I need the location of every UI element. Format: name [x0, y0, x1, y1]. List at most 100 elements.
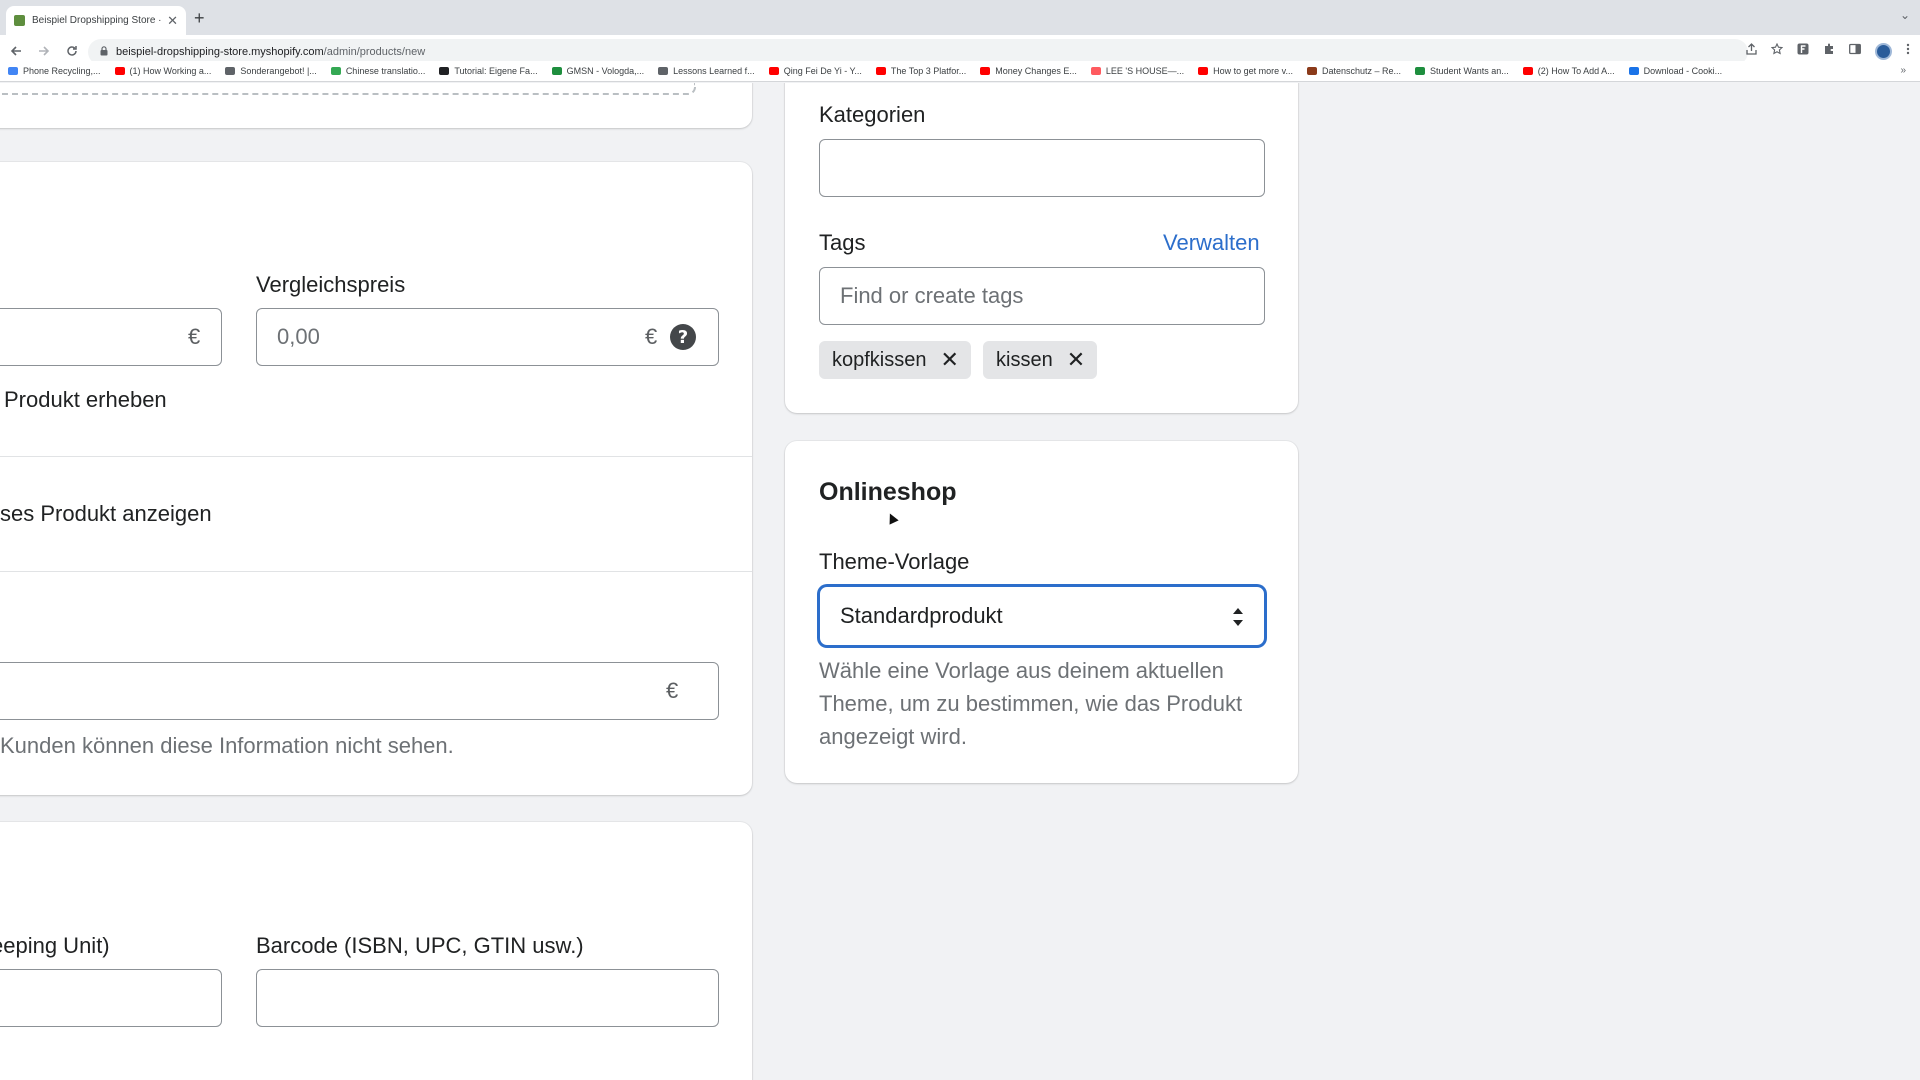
- bookmark-item[interactable]: Sonderangebot! |...: [225, 66, 317, 76]
- pricing-card: € Vergleichspreis 0,00 € ? Produkt erheb…: [0, 162, 752, 795]
- tag-chip: kissen ✕: [983, 341, 1098, 379]
- bookmark-label: Phone Recycling,...: [23, 66, 101, 76]
- cost-per-item-input[interactable]: [0, 662, 719, 720]
- question-circle-icon[interactable]: ?: [670, 324, 696, 350]
- bookmark-item[interactable]: GMSN - Vologda,...: [551, 66, 645, 76]
- bookmark-favicon-icon: [1090, 67, 1101, 75]
- bookmark-label: GMSN - Vologda,...: [566, 66, 645, 76]
- unit-price-label: ses Produkt anzeigen: [0, 501, 212, 526]
- forward-arrow-icon[interactable]: [32, 44, 56, 60]
- bookmark-star-icon[interactable]: [1770, 42, 1784, 60]
- bookmark-item[interactable]: Tutorial: Eigene Fa...: [439, 66, 538, 76]
- bookmark-label: How to get more v...: [1213, 66, 1293, 76]
- bookmark-item[interactable]: Datenschutz – Re...: [1306, 66, 1401, 76]
- remove-tag-icon[interactable]: ✕: [941, 348, 959, 373]
- bookmark-label: Qing Fei De Yi - Y...: [783, 66, 862, 76]
- pricing-divider-2: [0, 571, 752, 572]
- bookmark-favicon-icon: [8, 67, 18, 75]
- toolbar-actions: [1746, 42, 1910, 60]
- bookmark-label: The Top 3 Platfor...: [890, 66, 967, 76]
- pricing-divider-1: [0, 456, 752, 457]
- tab-close-icon[interactable]: ✕: [167, 13, 178, 29]
- cost-help-text: Kunden können diese Information nicht se…: [0, 733, 454, 758]
- side-panel-icon[interactable]: [1849, 43, 1861, 60]
- url-host: beispiel-dropshipping-store.myshopify.co…: [116, 46, 324, 58]
- bookmark-item[interactable]: LEE 'S HOUSE—...: [1090, 66, 1185, 76]
- bookmark-label: Chinese translatio...: [345, 66, 426, 76]
- compare-price-label: Vergleichspreis: [256, 272, 406, 297]
- tag-chip: kopfkissen ✕: [819, 341, 971, 379]
- share-icon[interactable]: [1746, 43, 1757, 60]
- bookmark-item[interactable]: Chinese translatio...: [330, 66, 426, 76]
- bookmark-item[interactable]: Student Wants an...: [1415, 66, 1509, 76]
- bookmark-label: Student Wants an...: [1430, 66, 1509, 76]
- manage-tags-link[interactable]: Verwalten: [1163, 230, 1260, 256]
- bookmarks-bar: Phone Recycling,... (1) How Working a... S…: [0, 61, 1920, 82]
- tags-label: Tags: [819, 230, 866, 255]
- bookmark-item[interactable]: How to get more v...: [1198, 66, 1293, 76]
- sku-input[interactable]: [0, 969, 222, 1027]
- bookmark-label: (2) How To Add A...: [1537, 66, 1615, 76]
- tags-input[interactable]: Find or create tags: [819, 267, 1265, 325]
- bookmark-favicon-icon: [225, 67, 236, 75]
- bookmark-favicon-icon: [330, 67, 341, 75]
- barcode-input[interactable]: [256, 969, 719, 1027]
- compare-price-currency-suffix: €: [645, 324, 658, 349]
- bookmark-favicon-icon: [1628, 67, 1639, 75]
- browser-tab-active[interactable]: Beispiel Dropshipping Store · F ✕: [6, 6, 186, 35]
- categories-input[interactable]: [819, 139, 1265, 197]
- bookmark-favicon-icon: [658, 67, 669, 75]
- price-currency-suffix: €: [188, 324, 201, 349]
- bookmark-favicon-icon: [875, 67, 886, 75]
- bookmark-item[interactable]: Phone Recycling,...: [8, 66, 101, 76]
- shopify-favicon-icon: [14, 15, 25, 26]
- bookmark-item[interactable]: (2) How To Add A...: [1522, 66, 1615, 76]
- new-tab-button[interactable]: +: [194, 6, 205, 30]
- barcode-label: Barcode (ISBN, UPC, GTIN usw.): [256, 933, 584, 958]
- browser-menu-icon[interactable]: [1906, 43, 1910, 60]
- bookmark-favicon-icon: [439, 67, 450, 75]
- browser-tabstrip: Beispiel Dropshipping Store · F ✕ + ⌄: [0, 0, 1920, 35]
- bookmark-favicon-icon: [980, 67, 991, 75]
- back-arrow-icon[interactable]: [4, 44, 28, 60]
- bookmark-favicon-icon: [1306, 67, 1317, 75]
- remove-tag-icon[interactable]: ✕: [1067, 348, 1085, 373]
- bookmark-label: Download - Cooki...: [1643, 66, 1723, 76]
- bookmark-item[interactable]: Lessons Learned f...: [658, 66, 755, 76]
- bookmark-item[interactable]: (1) How Working a...: [114, 66, 211, 76]
- bookmark-label: Money Changes E...: [995, 66, 1077, 76]
- bookmark-item[interactable]: Download - Cooki...: [1628, 66, 1723, 76]
- bookmark-favicon-icon: [1415, 67, 1426, 75]
- media-card: [0, 83, 752, 128]
- bookmarks-overflow-icon[interactable]: »: [1900, 65, 1906, 76]
- sku-label: eeping Unit): [0, 933, 110, 958]
- bookmark-label: Tutorial: Eigene Fa...: [454, 66, 538, 76]
- tags-input-placeholder: Find or create tags: [840, 283, 1024, 308]
- admin-content: € Vergleichspreis 0,00 € ? Produkt erheb…: [0, 83, 1920, 1080]
- online-store-card: Onlineshop Theme-Vorlage Standardprodukt…: [785, 441, 1298, 783]
- theme-template-help-text: Wähle eine Vorlage aus deinem aktuellen …: [819, 658, 1243, 749]
- inventory-card: eeping Unit) Barcode (ISBN, UPC, GTIN us…: [0, 822, 752, 1080]
- media-dropzone[interactable]: [0, 83, 696, 95]
- cost-currency-suffix: €: [666, 678, 679, 703]
- compare-price-placeholder: 0,00: [277, 324, 320, 349]
- bookmark-favicon-icon: [768, 67, 779, 75]
- bookmark-item[interactable]: Qing Fei De Yi - Y...: [768, 66, 862, 76]
- bookmark-label: LEE 'S HOUSE—...: [1105, 66, 1185, 76]
- bookmark-favicon-icon: [1198, 67, 1209, 75]
- theme-template-select[interactable]: Standardprodukt: [819, 586, 1265, 646]
- theme-template-label: Theme-Vorlage: [819, 549, 970, 574]
- bookmark-favicon-icon: [551, 67, 562, 75]
- extensions-puzzle-icon[interactable]: [1823, 43, 1835, 60]
- bookmark-item[interactable]: The Top 3 Platfor...: [875, 66, 967, 76]
- extension-f-icon[interactable]: [1797, 43, 1809, 60]
- tab-title: Beispiel Dropshipping Store · F: [32, 15, 162, 26]
- charge-tax-label: Produkt erheben: [4, 387, 167, 412]
- bookmark-favicon-icon: [114, 67, 125, 75]
- profile-avatar[interactable]: [1875, 43, 1892, 60]
- lock-icon: [100, 46, 108, 58]
- tab-search-button[interactable]: ⌄: [1900, 8, 1910, 22]
- online-store-heading: Onlineshop: [819, 478, 957, 506]
- bookmark-item[interactable]: Money Changes E...: [980, 66, 1077, 76]
- reload-icon[interactable]: [60, 44, 84, 60]
